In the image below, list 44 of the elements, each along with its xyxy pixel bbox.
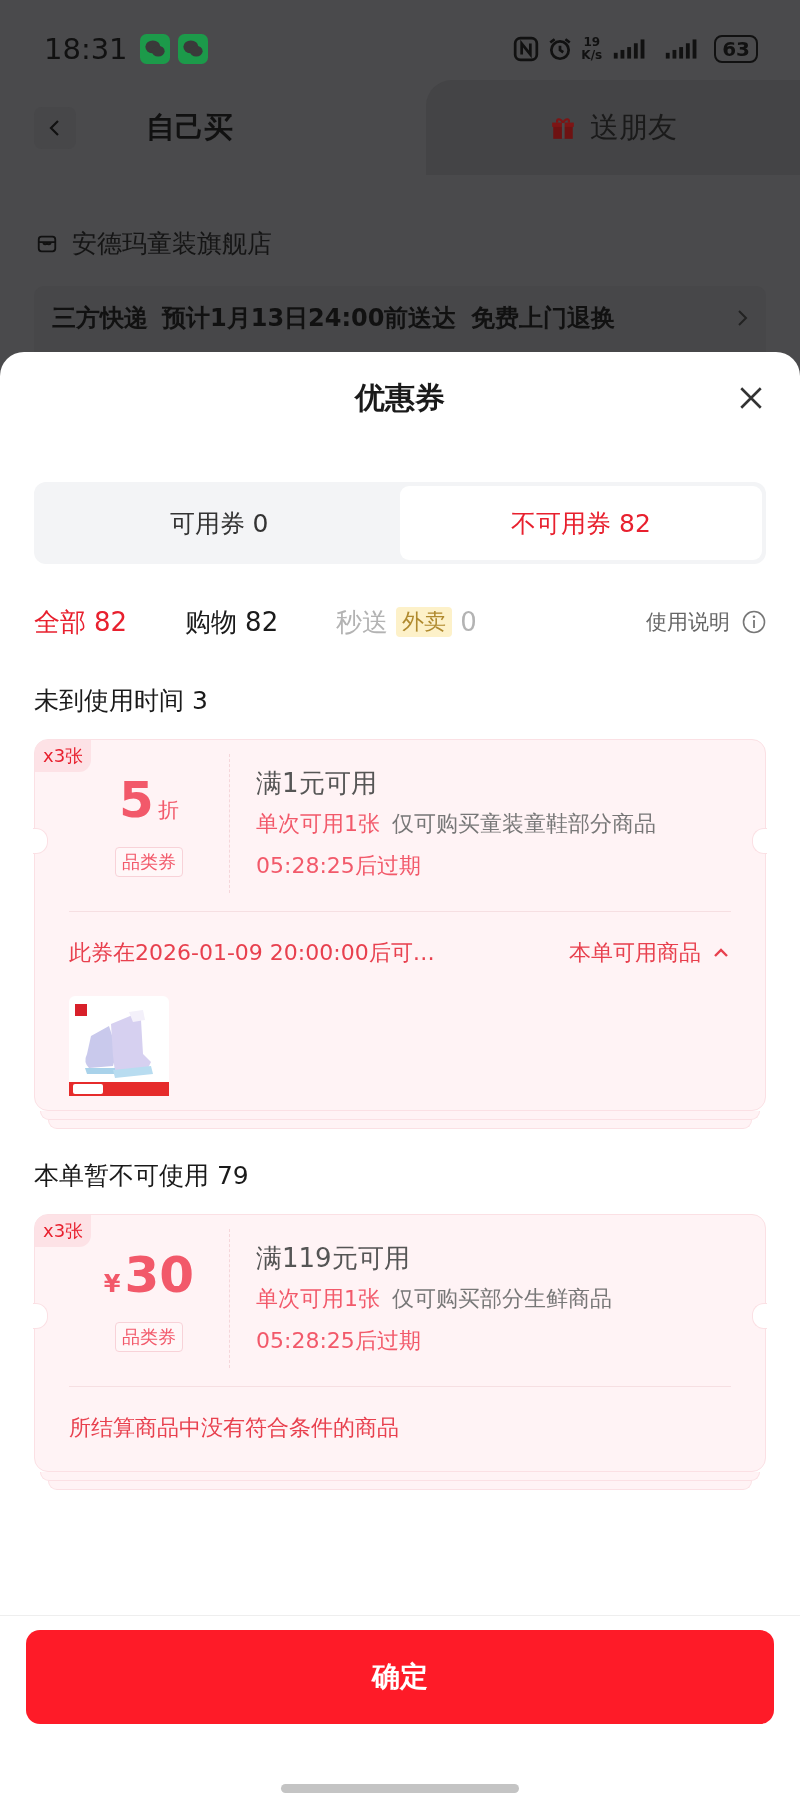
- expiry-countdown: 05:28:25后过期: [256, 1327, 422, 1355]
- filter-tab[interactable]: 购物 82: [185, 604, 279, 640]
- coupon-type-tag: 品类券: [115, 846, 183, 877]
- coupon-note: 所结算商品中没有符合条件的商品: [69, 1414, 399, 1442]
- header-tab[interactable]: 自己买: [106, 80, 426, 175]
- chevron-right-icon: [736, 308, 748, 328]
- coupon-threshold: 满119元可用: [256, 1242, 411, 1275]
- segment-tab[interactable]: 不可用券 82: [400, 486, 762, 560]
- battery-indicator: 63: [714, 35, 758, 63]
- quantity-badge: x3张: [35, 740, 92, 772]
- usage-limit: 单次可用1张: [256, 1286, 380, 1311]
- applicable-items-toggle[interactable]: 本单可用商品: [569, 938, 731, 968]
- section-title: 未到使用时间 3: [33, 685, 209, 717]
- status-time: 18:31: [44, 32, 128, 66]
- section-title: 本单暂不可使用 79: [33, 1160, 250, 1192]
- coupon-threshold: 满1元可用: [256, 767, 378, 800]
- usage-instructions-link[interactable]: 使用说明: [646, 608, 730, 636]
- currency-symbol: ¥: [103, 1269, 121, 1298]
- quantity-badge: x3张: [35, 1215, 92, 1247]
- network-speed: 19: [583, 36, 601, 49]
- nfc-icon: [513, 36, 540, 62]
- discount-unit: 折: [157, 796, 179, 824]
- discount-value: 5: [119, 770, 154, 829]
- delivery-eta: 预计1月13日24:00前送达: [162, 303, 457, 334]
- chat-app-icon: [139, 34, 170, 64]
- coupon-scope: 仅可购买童装童鞋部分商品: [392, 811, 656, 836]
- close-icon: [738, 385, 764, 411]
- segment-tab[interactable]: 可用券 0: [38, 486, 400, 560]
- return-service: 免费上门退换: [470, 303, 615, 334]
- coupon-scope: 仅可购买部分生鲜商品: [392, 1286, 612, 1311]
- network-speed-unit: K/s: [581, 49, 603, 62]
- coupon-note: 此券在2026-01-09 20:00:00后可…: [69, 939, 435, 967]
- delivery-carrier: 三方快递: [52, 303, 148, 334]
- amount-value: 30: [124, 1245, 195, 1304]
- usage-limit: 单次可用1张: [256, 811, 380, 836]
- category-tag: 外卖: [396, 607, 453, 637]
- filter-tab[interactable]: 全部 82: [34, 604, 128, 640]
- sheet-title: 优惠券: [355, 378, 445, 417]
- close-button[interactable]: [738, 385, 764, 411]
- chat-app-icon: [177, 34, 208, 64]
- confirm-button[interactable]: 确定: [26, 1630, 774, 1724]
- coupon-type-tag: 品类券: [115, 1321, 183, 1352]
- expiry-countdown: 05:28:25后过期: [256, 852, 422, 880]
- info-icon[interactable]: [742, 610, 766, 634]
